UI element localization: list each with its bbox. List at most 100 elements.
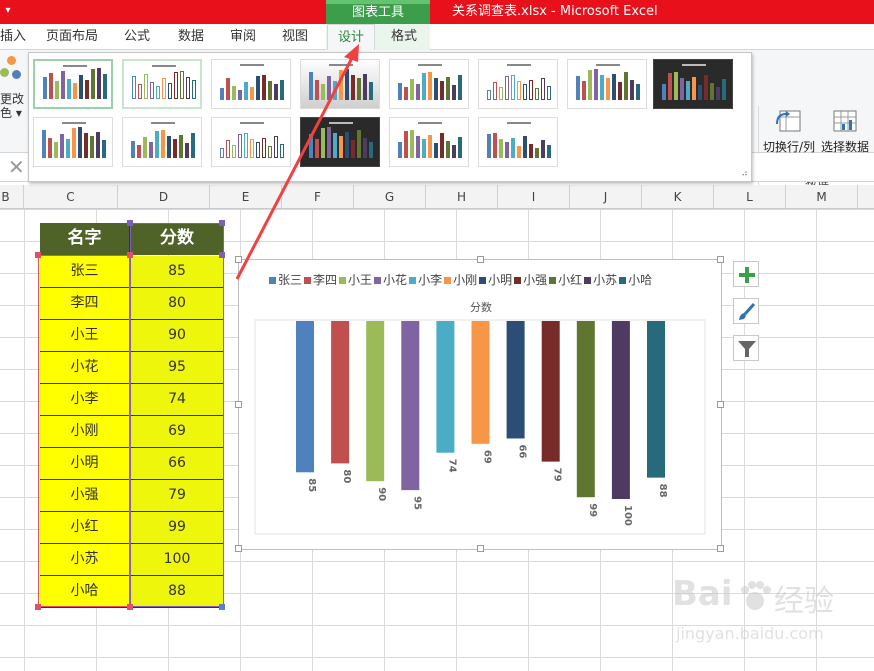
tab-page-layout[interactable]: 页面布局 [40, 24, 104, 50]
name-cell[interactable]: 小强 [40, 480, 130, 512]
tab-formulas[interactable]: 公式 [118, 24, 156, 50]
column-header-e[interactable]: E [210, 185, 282, 209]
thumbnail-bar [238, 134, 242, 158]
bar-李四[interactable] [331, 321, 350, 464]
name-cell[interactable]: 小王 [40, 320, 130, 352]
thumbnail-bar [686, 81, 690, 100]
tab-format[interactable]: 格式 [380, 24, 428, 50]
select-data-button[interactable]: 选择数据 [821, 108, 869, 155]
header-score[interactable]: 分数 [131, 223, 223, 255]
range-handle[interactable] [35, 604, 41, 610]
tab-design[interactable]: 设计 [327, 24, 375, 51]
column-header-c[interactable]: C [24, 185, 118, 209]
bar-小红[interactable] [576, 321, 595, 498]
score-cell[interactable]: 88 [131, 576, 223, 608]
chart-resize-handle[interactable] [717, 401, 724, 408]
name-cell[interactable]: 小红 [40, 512, 130, 544]
chart-resize-handle[interactable] [717, 545, 724, 552]
header-name[interactable]: 名字 [40, 223, 130, 255]
bar-小王[interactable] [366, 321, 385, 482]
score-cell[interactable]: 69 [131, 416, 223, 448]
chart-style-option[interactable] [567, 59, 647, 109]
thumbnail-bar [72, 128, 76, 158]
range-handle[interactable] [219, 220, 225, 226]
bar-小强[interactable] [541, 321, 560, 462]
chart-elements-button[interactable] [733, 261, 759, 287]
column-header-d[interactable]: D [118, 185, 210, 209]
chart-style-option[interactable] [478, 117, 558, 167]
chart-style-option[interactable] [33, 59, 113, 109]
chart-style-option[interactable] [300, 59, 380, 109]
bar-小李[interactable] [436, 321, 455, 453]
name-cell[interactable]: 小花 [40, 352, 130, 384]
score-cell[interactable]: 79 [131, 480, 223, 512]
range-handle[interactable] [127, 604, 133, 610]
column-header-b[interactable]: B [0, 185, 24, 209]
score-cell[interactable]: 100 [131, 544, 223, 576]
column-header-k[interactable]: K [642, 185, 714, 209]
column-header-m[interactable]: M [786, 185, 858, 209]
gallery-resize-icon[interactable]: ⠴ [741, 169, 748, 179]
chart-style-option[interactable] [122, 117, 202, 167]
chart-resize-handle[interactable] [717, 256, 724, 263]
chart-resize-handle[interactable] [477, 256, 484, 263]
range-handle[interactable] [219, 252, 225, 258]
chart-resize-handle[interactable] [235, 256, 242, 263]
bar-小哈[interactable] [647, 321, 665, 478]
score-cell[interactable]: 66 [131, 448, 223, 480]
score-cell[interactable]: 95 [131, 352, 223, 384]
column-header-i[interactable]: I [498, 185, 570, 209]
tab-data[interactable]: 数据 [172, 24, 210, 50]
change-colors-button[interactable]: 更改 色 ▾ [0, 50, 26, 153]
bar-张三[interactable] [296, 321, 314, 473]
chart-style-option[interactable] [122, 59, 202, 109]
name-cell[interactable]: 小苏 [40, 544, 130, 576]
name-cell[interactable]: 小李 [40, 384, 130, 416]
score-cell[interactable]: 74 [131, 384, 223, 416]
chart-style-option[interactable] [653, 59, 733, 109]
score-cell[interactable]: 85 [131, 256, 223, 288]
chart-resize-handle[interactable] [235, 401, 242, 408]
chart-styles-button[interactable] [733, 298, 759, 324]
column-header-j[interactable]: J [570, 185, 642, 209]
name-cell[interactable]: 张三 [40, 256, 130, 288]
cancel-icon[interactable]: ✕ [8, 155, 25, 179]
score-cell[interactable]: 90 [131, 320, 223, 352]
bar-小明[interactable] [506, 321, 525, 439]
chart-style-option[interactable] [389, 59, 469, 109]
chart-resize-handle[interactable] [477, 545, 484, 552]
column-header-g[interactable]: G [354, 185, 426, 209]
score-cell[interactable]: 99 [131, 512, 223, 544]
chart-filters-button[interactable] [733, 335, 759, 361]
name-cell[interactable]: 小明 [40, 448, 130, 480]
chart-style-option[interactable] [389, 117, 469, 167]
chart-style-option[interactable] [211, 117, 291, 167]
column-header-l[interactable]: L [714, 185, 786, 209]
column-header-h[interactable]: H [426, 185, 498, 209]
range-handle[interactable] [127, 220, 133, 226]
switch-row-column-button[interactable]: 切换行/列 [763, 108, 815, 155]
name-cell[interactable]: 小哈 [40, 576, 130, 608]
tab-view[interactable]: 视图 [276, 24, 314, 50]
chart-style-option[interactable] [211, 59, 291, 109]
range-handle[interactable] [219, 604, 225, 610]
tab-insert[interactable]: 插入 [0, 24, 26, 50]
range-handle[interactable] [127, 252, 133, 258]
name-cell[interactable]: 李四 [40, 288, 130, 320]
bar-小花[interactable] [401, 321, 420, 491]
thumbnail-bar [262, 138, 266, 158]
chart-style-option[interactable] [33, 117, 113, 167]
chart-object[interactable]: 张三 李四 小王 小花 小李 小刚 小明 小强 小红 小苏 小哈 分数 85 80 90 95 74 69 66… [235, 256, 724, 552]
bar-小苏[interactable] [611, 321, 630, 499]
chart-resize-handle[interactable] [235, 545, 242, 552]
chart-plot-area[interactable]: 85 80 90 95 74 69 66 79 99 100 88 [239, 260, 723, 551]
tab-review[interactable]: 审阅 [224, 24, 262, 50]
column-header-f[interactable]: F [282, 185, 354, 209]
score-cell[interactable]: 80 [131, 288, 223, 320]
chart-style-option[interactable] [300, 117, 380, 167]
bar-小刚[interactable] [471, 321, 490, 444]
quick-access-dropdown-icon[interactable]: ▾ [2, 2, 14, 20]
name-cell[interactable]: 小刚 [40, 416, 130, 448]
chart-style-option[interactable] [478, 59, 558, 109]
range-handle[interactable] [35, 252, 41, 258]
